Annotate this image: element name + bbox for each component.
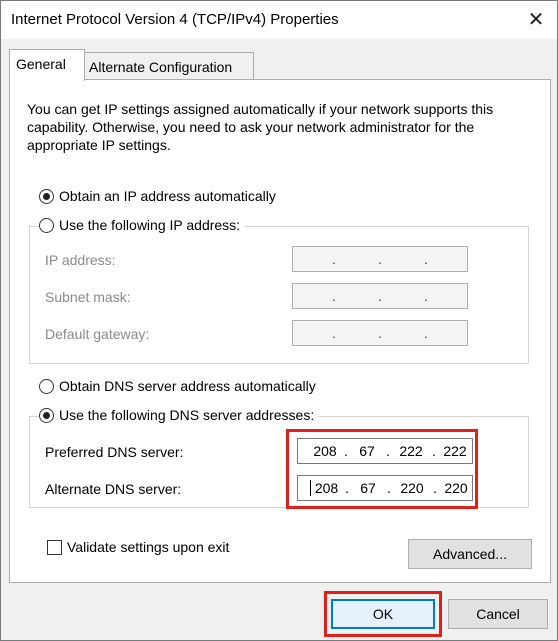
radio-button-checked[interactable] [39, 407, 54, 423]
radio-use-following-dns[interactable]: Use the following DNS server addresses: [39, 407, 319, 423]
tab-general[interactable]: General [9, 49, 85, 81]
radio-button[interactable] [39, 217, 54, 233]
radio-use-following-ip[interactable]: Use the following IP address: [39, 217, 245, 233]
validate-checkbox-label: Validate settings upon exit [67, 539, 230, 555]
alternate-dns-label: Alternate DNS server: [45, 481, 182, 497]
radio-obtain-dns-auto[interactable]: Obtain DNS server address automatically [39, 378, 320, 394]
radio-use-following-ip-label: Use the following IP address: [59, 217, 241, 233]
radio-obtain-ip-auto[interactable]: Obtain an IP address automatically [39, 188, 280, 204]
advanced-button[interactable]: Advanced... [408, 539, 532, 569]
radio-obtain-ip-auto-label: Obtain an IP address automatically [59, 188, 276, 204]
dns-fields-highlight [286, 429, 478, 509]
radio-obtain-dns-auto-label: Obtain DNS server address automatically [59, 378, 316, 394]
radio-button-checked[interactable] [39, 188, 54, 204]
default-gateway-label: Default gateway: [45, 326, 150, 342]
radio-use-following-dns-label: Use the following DNS server addresses: [59, 407, 315, 423]
close-icon: ✕ [527, 8, 545, 31]
subnet-mask-label: Subnet mask: [45, 289, 131, 305]
ip-address-label: IP address: [45, 252, 116, 268]
dialog-window: Internet Protocol Version 4 (TCP/IPv4) P… [0, 0, 558, 641]
description-text: You can get IP settings assigned automat… [27, 101, 494, 153]
ok-button-highlight [324, 591, 442, 637]
radio-button[interactable] [39, 378, 54, 394]
tab-alternate-configuration[interactable]: Alternate Configuration [82, 52, 254, 81]
validate-checkbox[interactable] [47, 540, 62, 555]
cancel-button[interactable]: Cancel [448, 599, 548, 629]
general-tab-panel: You can get IP settings assigned automat… [9, 79, 551, 583]
window-title: Internet Protocol Version 4 (TCP/IPv4) P… [11, 11, 339, 28]
preferred-dns-label: Preferred DNS server: [45, 444, 184, 460]
title-bar: Internet Protocol Version 4 (TCP/IPv4) P… [1, 1, 557, 39]
ip-address-input: ... [292, 246, 468, 272]
close-button[interactable]: ✕ [521, 5, 551, 33]
default-gateway-input: ... [292, 320, 468, 346]
subnet-mask-input: ... [292, 283, 468, 309]
